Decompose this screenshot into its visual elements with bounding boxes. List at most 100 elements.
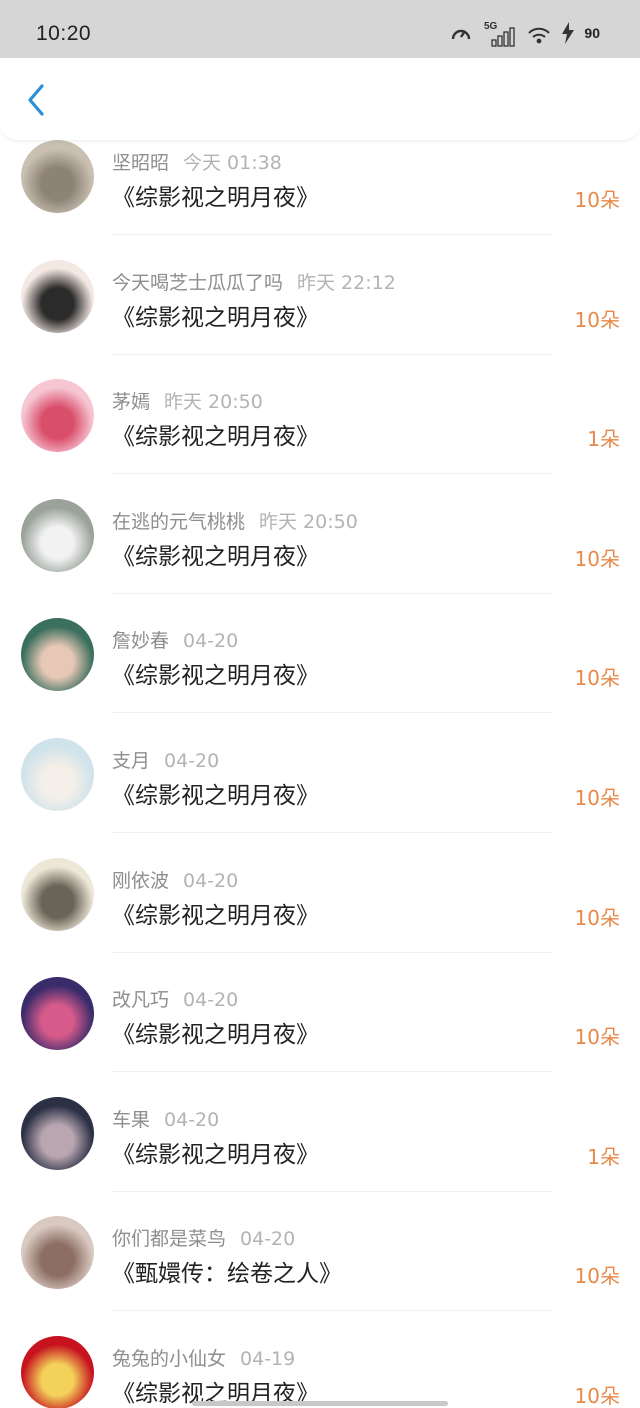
book-title[interactable]: 《综影视之明月夜》 [112,178,319,212]
charging-bolt-icon [562,22,575,44]
list-item[interactable]: 在逃的元气桃桃 昨天 20:50 《综影视之明月夜》 10朵 [0,497,640,617]
user-info-line: 詹妙春 04-20 [112,626,238,653]
user-name[interactable]: 在逃的元气桃桃 [112,511,245,533]
list-item[interactable]: 坚昭昭 今天 01:38 《综影视之明月夜》 10朵 [0,138,640,258]
user-info-line: 在逃的元气桃桃 昨天 20:50 [112,507,358,534]
status-time: 10:20 [36,22,92,45]
timestamp: 04-20 [240,1228,296,1251]
user-info-line: 今天喝芝士瓜瓜了吗 昨天 22:12 [112,268,396,295]
user-info-line: 支月 04-20 [112,746,219,773]
divider [112,234,552,235]
back-button[interactable] [18,80,54,120]
timestamp: 昨天 22:12 [297,271,396,294]
list-item[interactable]: 支月 04-20 《综影视之明月夜》 10朵 [0,736,640,856]
avatar[interactable] [21,140,94,213]
svg-text:5G: 5G [484,21,498,32]
divider [112,353,552,355]
timestamp: 04-20 [183,869,239,892]
gift-amount: 10朵 [574,1383,620,1408]
avatar[interactable] [21,259,94,333]
user-name[interactable]: 詹妙春 [112,630,169,652]
battery-level: 90 [584,25,600,41]
avatar[interactable] [21,857,94,931]
speedometer-icon [452,29,471,40]
user-name[interactable]: 坚昭昭 [112,152,169,174]
gift-amount: 10朵 [574,1264,620,1289]
gift-amount: 10朵 [574,666,620,691]
timestamp: 04-20 [164,1108,220,1131]
book-title[interactable]: 《综影视之明月夜》 [112,298,319,332]
avatar[interactable] [21,737,94,811]
timestamp: 04-20 [183,630,239,653]
user-info-line: 坚昭昭 今天 01:38 [112,148,282,175]
timestamp: 04-19 [240,1347,296,1370]
list-item[interactable]: 詹妙春 04-20 《综影视之明月夜》 10朵 [0,616,640,736]
gift-amount: 10朵 [574,905,620,930]
gift-amount: 1朵 [587,1144,620,1169]
list-item[interactable]: 改凡巧 04-20 《综影视之明月夜》 10朵 [0,975,640,1095]
gift-record-list: 坚昭昭 今天 01:38 《综影视之明月夜》 10朵 今天喝芝士瓜瓜了吗 昨天 22:12… [0,138,640,1408]
list-item[interactable]: 车果 04-20 《综影视之明月夜》 1朵 [0,1095,640,1215]
book-title[interactable]: 《综影视之明月夜》 [112,896,319,930]
list-item[interactable]: 茅嫣 昨天 20:50 《综影视之明月夜》 1朵 [0,377,640,497]
user-info-line: 你们都是菜鸟 04-20 [112,1224,295,1251]
book-title[interactable]: 《综影视之明月夜》 [112,417,319,451]
avatar[interactable] [21,379,94,453]
timestamp: 今天 01:38 [183,152,282,174]
book-title[interactable]: 《综影视之明月夜》 [112,1015,319,1049]
user-name[interactable]: 支月 [112,750,150,772]
user-name[interactable]: 改凡巧 [112,989,169,1011]
gift-amount: 1朵 [587,427,620,452]
avatar[interactable] [21,977,94,1051]
signal-5g-icon: 5G [484,21,516,47]
timestamp: 昨天 20:50 [164,391,263,414]
divider [112,1310,552,1312]
user-name[interactable]: 车果 [112,1109,150,1131]
status-bar: 10:20 5G 90 [0,0,640,60]
user-info-line: 刚依波 04-20 [112,866,238,893]
avatar[interactable] [21,1216,94,1290]
user-info-line: 茅嫣 昨天 20:50 [112,387,263,414]
gift-amount: 10朵 [574,1025,620,1050]
book-title[interactable]: 《综影视之明月夜》 [112,537,319,571]
divider [112,831,552,833]
avatar[interactable] [21,1335,94,1408]
gift-amount: 10朵 [574,188,620,212]
gift-amount: 10朵 [574,546,620,571]
divider [112,1071,552,1073]
user-info-line: 兔兔的小仙女 04-19 [112,1344,295,1371]
avatar[interactable] [21,498,94,572]
list-item[interactable]: 刚依波 04-20 《综影视之明月夜》 10朵 [0,856,640,976]
user-name[interactable]: 今天喝芝士瓜瓜了吗 [112,272,283,294]
gift-amount: 10朵 [574,785,620,810]
avatar[interactable] [21,618,94,692]
user-name[interactable]: 你们都是菜鸟 [112,1228,226,1250]
status-icons: 5G 90 [450,18,600,48]
user-info-line: 车果 04-20 [112,1105,219,1132]
divider [112,951,552,953]
divider [112,592,552,594]
divider [112,1190,552,1192]
divider [112,473,552,475]
avatar[interactable] [21,1096,94,1170]
gift-amount: 10朵 [574,307,620,332]
book-title[interactable]: 《综影视之明月夜》 [112,656,319,690]
list-item[interactable]: 你们都是菜鸟 04-20 《甄嬛传：绘卷之人》 10朵 [0,1214,640,1334]
wifi-icon [528,27,551,44]
nav-bar [0,58,640,140]
timestamp: 04-20 [164,749,220,772]
divider [112,712,552,714]
timestamp: 04-20 [183,989,239,1012]
book-title[interactable]: 《综影视之明月夜》 [112,1135,319,1169]
list-item[interactable]: 今天喝芝士瓜瓜了吗 昨天 22:12 《综影视之明月夜》 10朵 [0,258,640,378]
chevron-left-icon [28,84,44,116]
timestamp: 昨天 20:50 [259,510,358,533]
book-title[interactable]: 《甄嬛传：绘卷之人》 [112,1254,342,1288]
user-name[interactable]: 兔兔的小仙女 [112,1348,226,1370]
home-indicator [192,1401,448,1406]
user-name[interactable]: 刚依波 [112,870,169,892]
user-info-line: 改凡巧 04-20 [112,985,238,1012]
book-title[interactable]: 《综影视之明月夜》 [112,776,319,810]
list-item[interactable]: 兔兔的小仙女 04-19 《综影视之明月夜》 10朵 [0,1334,640,1408]
user-name[interactable]: 茅嫣 [112,391,150,413]
